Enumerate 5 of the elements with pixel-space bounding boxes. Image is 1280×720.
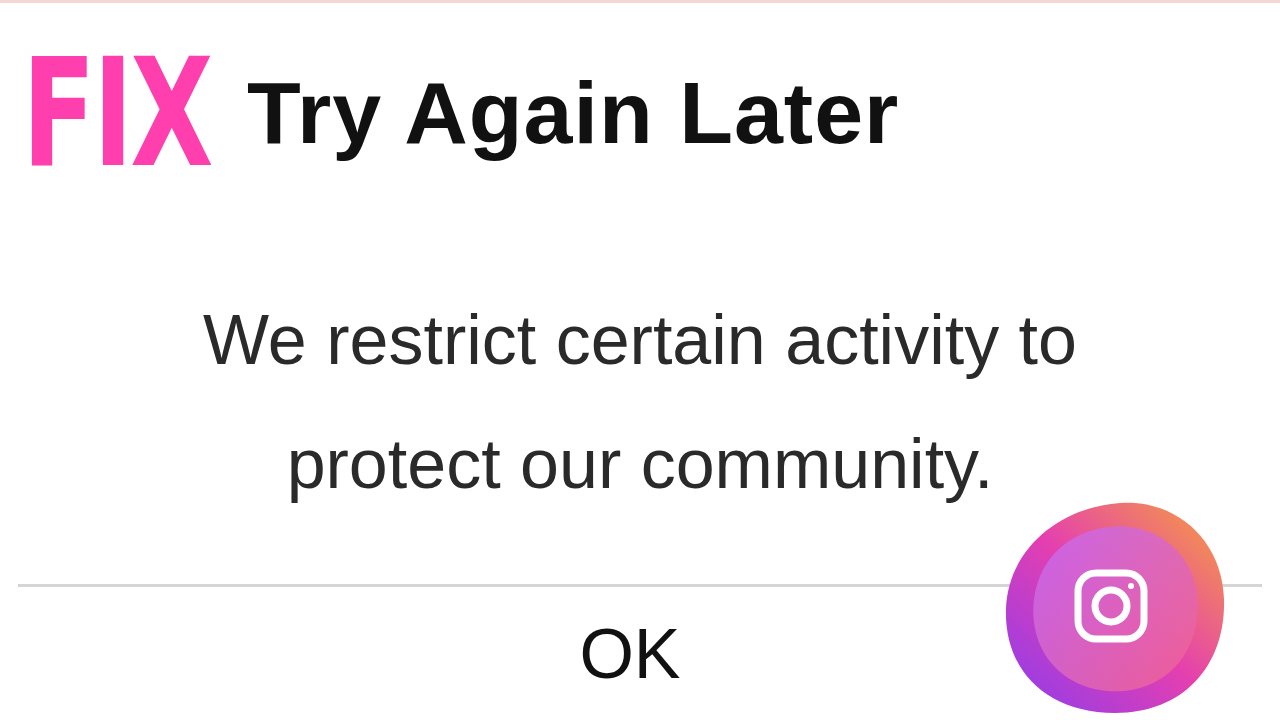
camera-icon xyxy=(1074,569,1148,643)
dialog-title: Try Again Later xyxy=(247,62,900,164)
ok-button[interactable]: OK xyxy=(549,603,711,704)
dialog-message: We restrict certain activity to protect our community. xyxy=(202,300,1078,505)
fix-caption: FIX xyxy=(22,38,212,188)
